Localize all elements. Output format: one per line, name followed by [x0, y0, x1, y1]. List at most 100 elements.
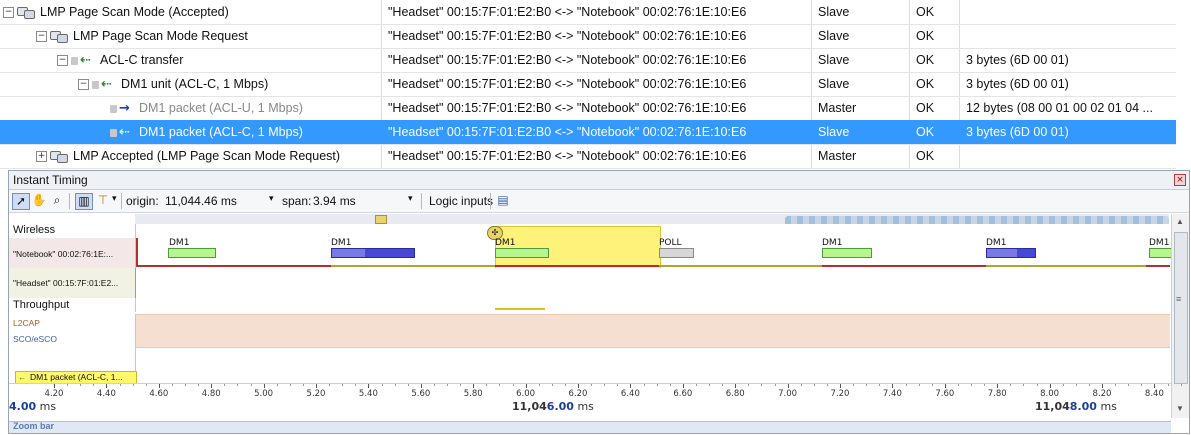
ruler-minor-tick — [604, 384, 606, 386]
lmp-icon — [50, 151, 68, 164]
collapse-icon[interactable]: − — [36, 31, 47, 43]
ruler-tick — [892, 384, 894, 388]
span-value[interactable]: 3.94 ms — [313, 193, 356, 209]
export-icon[interactable]: ▤ — [495, 193, 511, 208]
origin-dropdown-icon[interactable]: ▾ — [269, 194, 274, 204]
tree-row-selected[interactable]: ⇠ DM1 packet (ACL-C, 1 Mbps) "Headset" 00… — [0, 120, 1176, 145]
zoom-tool-icon[interactable]: ⌕ — [49, 193, 65, 208]
ruler-end-unit: ms — [1100, 400, 1117, 413]
ruler-tick — [944, 384, 946, 388]
expand-icon[interactable]: + — [36, 151, 47, 163]
packet-dm1[interactable] — [168, 248, 216, 258]
collapse-icon[interactable]: − — [3, 7, 14, 19]
packet-dm1-selected[interactable] — [495, 248, 549, 258]
arrow-left-icon: ← — [18, 372, 27, 382]
scroll-up-icon[interactable]: ▲ — [1176, 217, 1184, 226]
ruler-minor-tick — [407, 384, 409, 386]
packet-poll[interactable] — [659, 248, 694, 258]
overview-marker — [375, 215, 387, 224]
collapse-icon[interactable]: − — [78, 79, 89, 91]
tree-row[interactable]: + LMP Accepted (LMP Page Scan Mode Reques… — [0, 144, 1176, 169]
ruler-tick — [158, 384, 160, 388]
ruler-minor-tick — [302, 384, 304, 386]
ruler-tick-label: 8.00 — [1040, 389, 1060, 399]
ruler-mid-time: 11,046.00 ms — [512, 400, 594, 413]
timing-tracks[interactable]: ✣ DM1 DM1 DM1 POLL DM1 DM1 DM1 — [136, 224, 1172, 383]
ruler-tick — [368, 384, 370, 388]
logic-inputs-button[interactable]: Logic inputs — [429, 193, 493, 209]
ruler-minor-tick — [1167, 384, 1169, 386]
lock-icon — [71, 56, 78, 65]
hand-tool-icon[interactable]: ✋ — [31, 193, 47, 208]
row-summary — [966, 0, 1171, 24]
collapse-icon[interactable]: − — [57, 55, 68, 67]
row-connection: "Headset" 00:15:7F:01:E2:B0 <-> "Noteboo… — [388, 101, 747, 115]
scroll-thumb[interactable] — [1174, 232, 1188, 384]
packet-dm1[interactable] — [331, 248, 415, 258]
packet-dm1[interactable] — [822, 248, 872, 258]
ruler-tick-label: 5.20 — [306, 389, 326, 399]
packet-dm1[interactable] — [1149, 248, 1172, 258]
row-connection: "Headset" 00:15:7F:01:E2:B0 <-> "Noteboo… — [388, 149, 747, 163]
ruler-mid-value: 6.00 — [546, 400, 574, 413]
row-connection: "Headset" 00:15:7F:01:E2:B0 <-> "Noteboo… — [388, 125, 747, 139]
ruler-minor-tick — [538, 384, 540, 386]
tree-row[interactable]: − ⇠ ACL-C transfer "Headset" 00:15:7F:01:E… — [0, 48, 1176, 73]
lane-view-icon[interactable]: ▥ — [75, 193, 93, 210]
ruler-minor-tick — [826, 384, 828, 386]
origin-value[interactable]: 11,044.46 ms — [165, 193, 237, 209]
ruler-tick-label: 6.60 — [673, 389, 693, 399]
row-role: Master — [818, 149, 857, 163]
ruler-tick-label: 6.00 — [516, 389, 536, 399]
ruler-minor-tick — [132, 384, 134, 386]
lane-headset[interactable]: "Headset" 00:15:7F:01:E2... — [9, 268, 138, 298]
span-dropdown-icon[interactable]: ▾ — [408, 194, 413, 204]
ruler-tick-label: 7.40 — [882, 389, 902, 399]
time-ruler[interactable]: 4.00 ms 11,046.00 ms 11,048.00 ms 4.20 4.… — [9, 383, 1182, 422]
ruler-minor-tick — [1141, 384, 1143, 386]
row-role: Slave — [818, 53, 850, 67]
row-connection: "Headset" 00:15:7F:01:E2:B0 <-> "Noteboo… — [388, 53, 747, 67]
ruler-minor-tick — [695, 384, 697, 386]
ruler-tick-label: 5.60 — [411, 389, 431, 399]
lane-l2cap-label: L2CAP — [13, 318, 40, 328]
ruler-tick — [1154, 384, 1156, 388]
tree-row[interactable]: − ⇠ DM1 unit (ACL-C, 1 Mbps) "Headset" 00:… — [0, 72, 1176, 97]
row-status: OK — [916, 125, 935, 139]
packet-dm1[interactable] — [986, 248, 1036, 258]
ruler-minor-tick — [853, 384, 855, 386]
row-role: Slave — [818, 5, 850, 19]
tree-row[interactable]: − LMP Page Scan Mode Request "Headset" 00… — [0, 24, 1176, 49]
scroll-down-icon[interactable]: ▼ — [1176, 404, 1184, 413]
ruler-tick — [263, 384, 265, 388]
ruler-tick — [682, 384, 684, 388]
ruler-minor-tick — [171, 384, 173, 386]
close-icon[interactable]: × — [1174, 174, 1186, 186]
ruler-minor-tick — [957, 384, 959, 386]
ruler-minor-tick — [984, 384, 986, 386]
tree-row[interactable]: → DM1 packet (ACL-U, 1 Mbps) "Headset" 00… — [0, 96, 1176, 121]
chevron-down-icon[interactable]: ▾ — [112, 194, 117, 204]
lane-notebook[interactable]: "Notebook" 00:02:76:1E:... — [9, 238, 136, 268]
packet-label: POLL — [659, 238, 682, 248]
tree-row[interactable]: − LMP Page Scan Mode (Accepted) "Headset"… — [0, 0, 1176, 25]
lmp-icon — [50, 31, 68, 44]
ruler-minor-tick — [237, 384, 239, 386]
row-role: Slave — [818, 77, 850, 91]
ruler-tick — [840, 384, 841, 388]
ruler-minor-tick — [800, 384, 802, 386]
ruler-tick-label: 7.00 — [778, 389, 798, 399]
pointer-tool-icon[interactable]: ➚ — [12, 193, 30, 210]
marker-icon[interactable]: ⊤ — [95, 193, 111, 208]
headset-track — [136, 268, 1170, 298]
ruler-minor-tick — [551, 384, 553, 386]
ruler-tick-label: 5.40 — [358, 389, 378, 399]
timing-toolbar: ➚ ✋ ⌕ ▥ ⊤ ▾ origin: 11,044.46 ms ▾ span:… — [9, 190, 1189, 213]
ruler-minor-tick — [774, 384, 776, 386]
vertical-scrollbar[interactable]: ▲ ≡ ▼ — [1171, 214, 1189, 418]
ruler-minor-tick — [342, 384, 344, 386]
packet-label: DM1 — [822, 238, 843, 248]
zoom-bar[interactable]: Zoom bar — [9, 421, 1171, 433]
ruler-minor-tick — [394, 384, 396, 386]
panel-titlebar: Instant Timing × — [9, 171, 1189, 190]
